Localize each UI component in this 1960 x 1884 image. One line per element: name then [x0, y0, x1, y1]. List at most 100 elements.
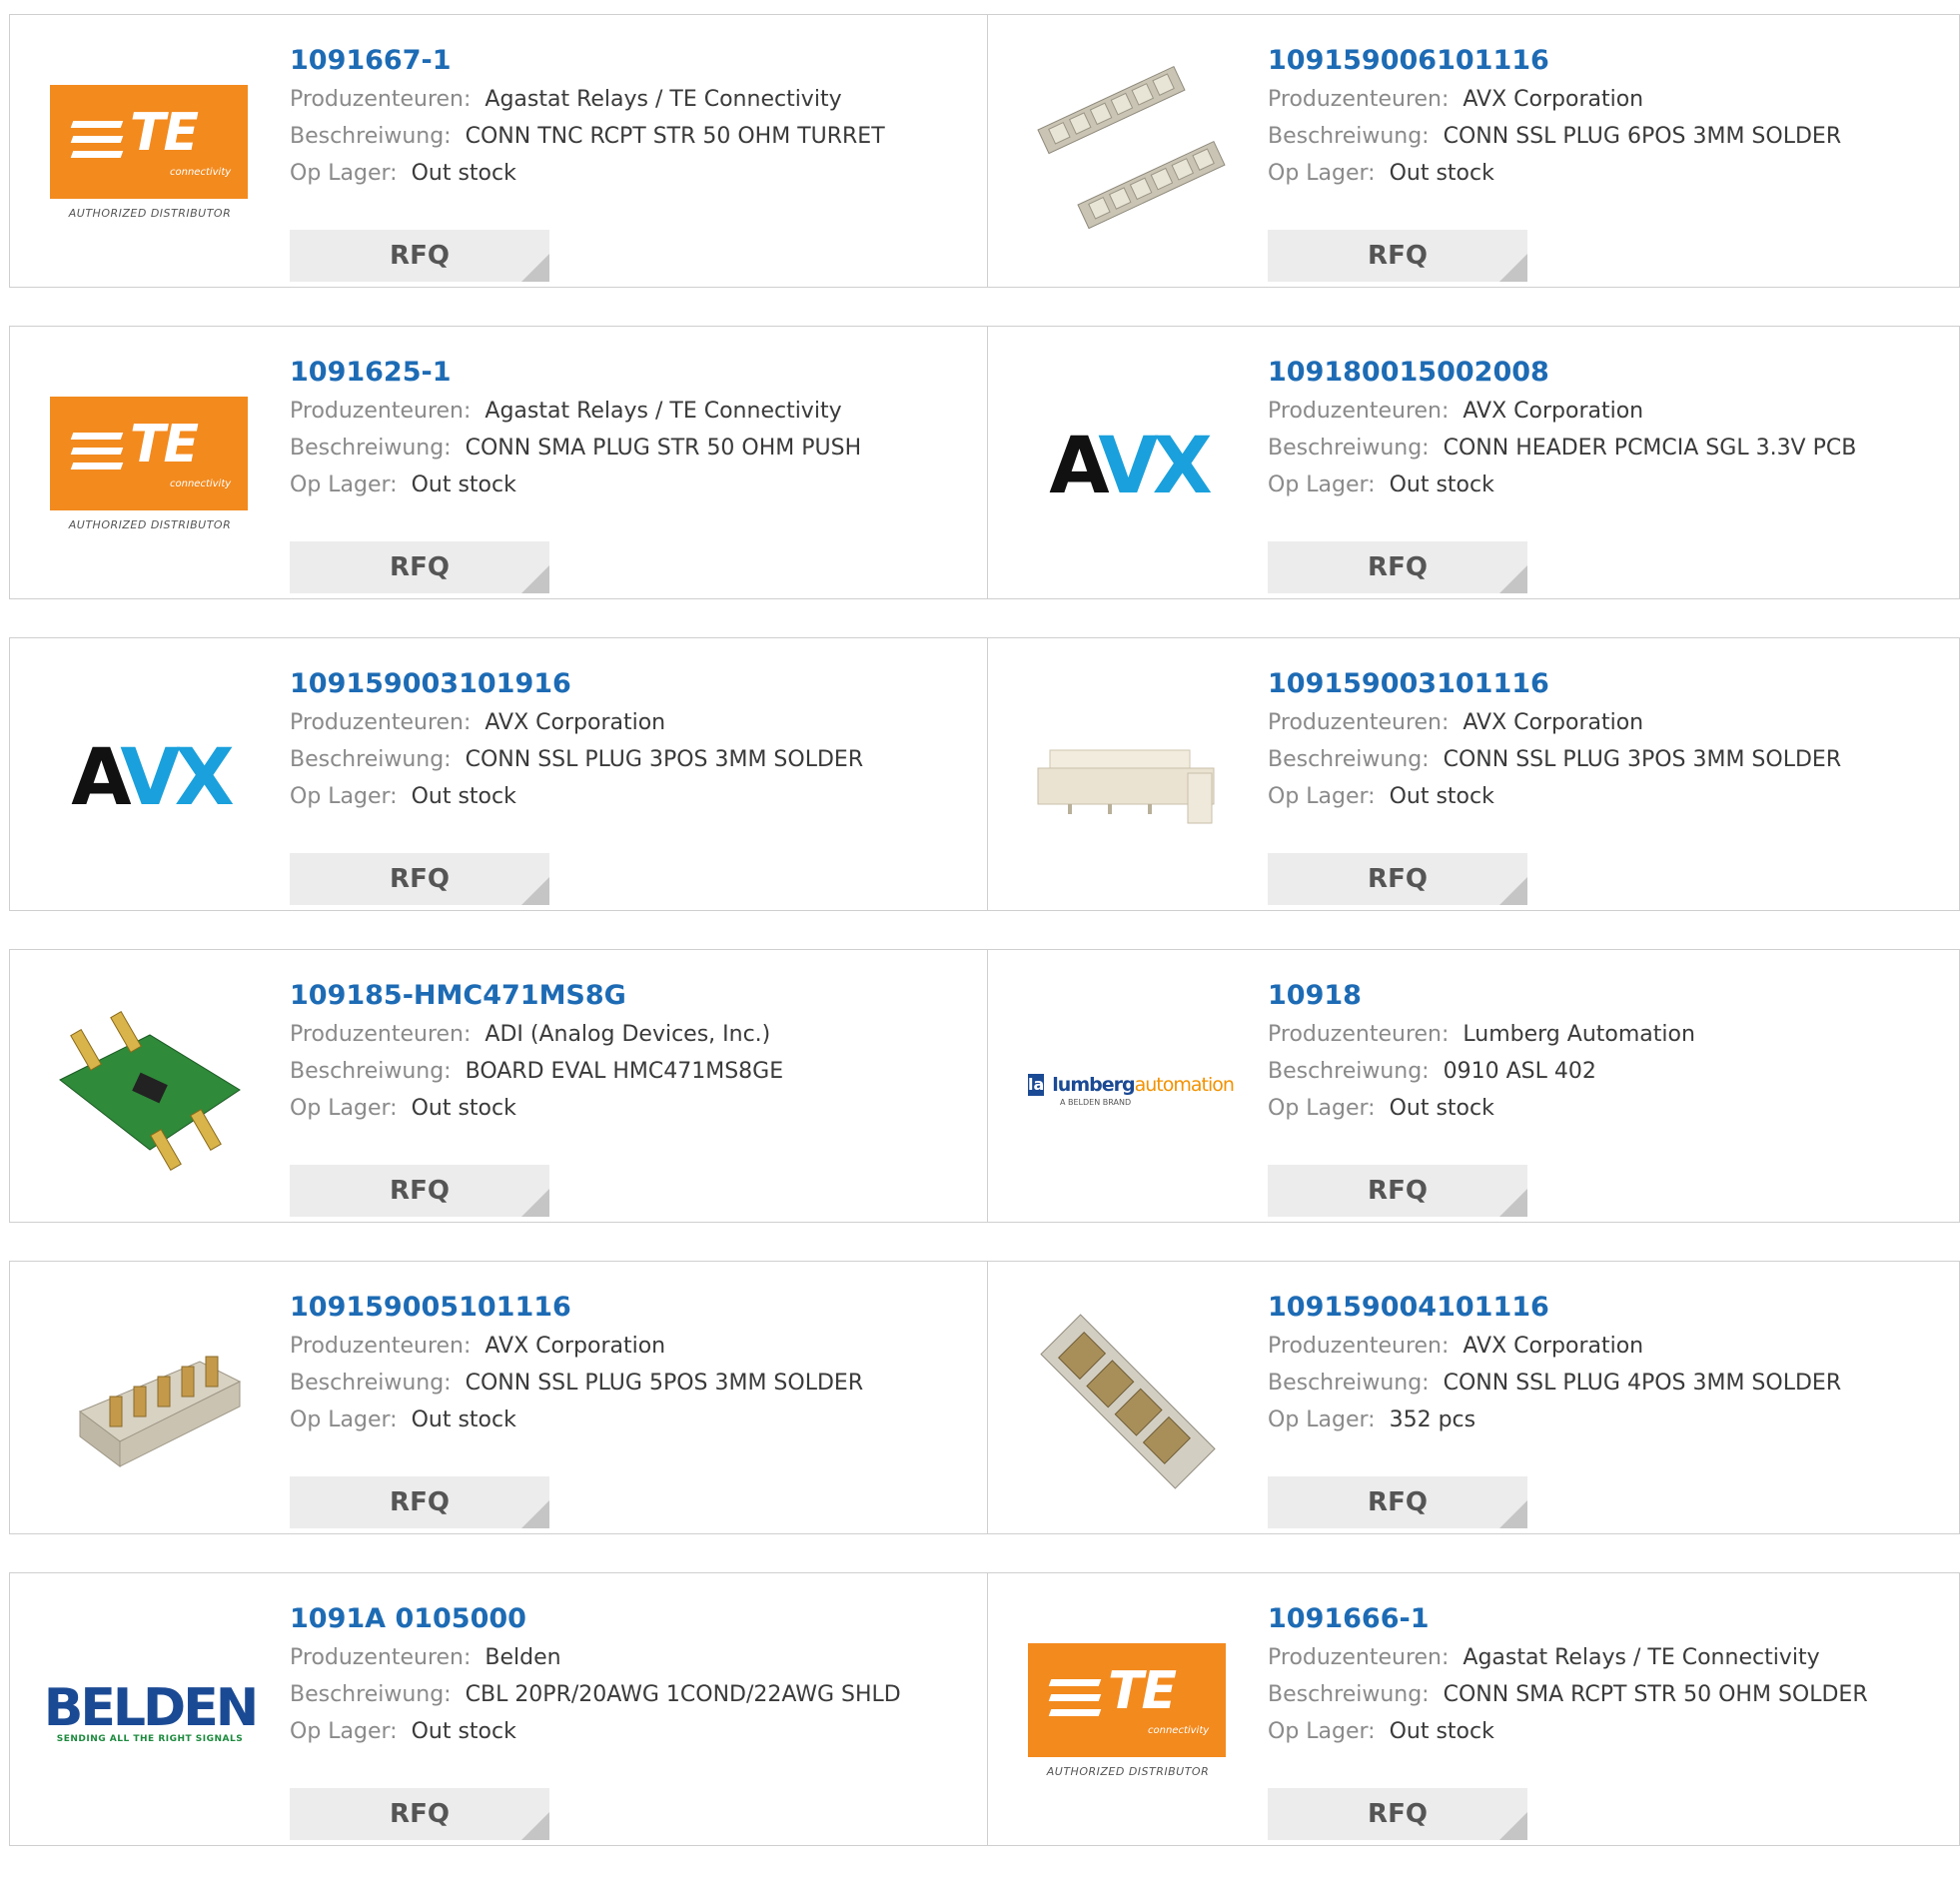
manufacturer-value: Agastat Relays / TE Connectivity [485, 399, 842, 424]
product-row: 109159005101116 Produzenteuren: AVX Corpo… [9, 1261, 1960, 1534]
description-line: Beschreiwung: CONN SMA PLUG STR 50 OHM PU… [290, 430, 949, 467]
lumberg-automation-logo: la lumbergautomation A BELDEN BRAND [1028, 1073, 1235, 1107]
rfq-button[interactable]: RFQ [290, 230, 549, 282]
description-label: Beschreiwung: [290, 1682, 452, 1707]
product-info: 1091666-1 Produzenteuren: Agastat Relays … [1268, 1601, 1927, 1840]
manufacturer-value: AVX Corporation [1463, 87, 1644, 112]
product-image[interactable]: la lumbergautomation A BELDEN BRAND [1028, 990, 1235, 1190]
rfq-button[interactable]: RFQ [1268, 853, 1527, 905]
rfq-button[interactable]: RFQ [290, 1476, 549, 1528]
stock-label: Op Lager: [1268, 784, 1376, 809]
stock-value: Out stock [411, 1719, 516, 1744]
part-number-link[interactable]: 109185-HMC471MS8G [290, 978, 949, 1016]
part-number-link[interactable]: 1091625-1 [290, 355, 949, 393]
stock-line: Op Lager: Out stock [1268, 1713, 1927, 1750]
rfq-button[interactable]: RFQ [290, 853, 549, 905]
rfq-button[interactable]: RFQ [1268, 1165, 1527, 1217]
product-image[interactable]: TE connectivity AUTHORIZED DISTRIBUTOR [1028, 1613, 1228, 1813]
rfq-label: RFQ [1368, 241, 1428, 271]
manufacturer-label: Produzenteuren: [290, 1334, 472, 1359]
product-image[interactable]: TE connectivity AUTHORIZED DISTRIBUTOR [50, 55, 250, 255]
product-image[interactable]: AVX [50, 678, 250, 878]
product-image[interactable] [50, 990, 250, 1190]
product-card: 109159004101116 Produzenteuren: AVX Corpo… [988, 1262, 1960, 1533]
stock-line: Op Lager: Out stock [290, 155, 949, 192]
product-card: TE connectivity AUTHORIZED DISTRIBUTOR 1… [10, 327, 988, 598]
description-line: Beschreiwung: CONN SSL PLUG 3POS 3MM SOLD… [290, 741, 949, 778]
rfq-button[interactable]: RFQ [290, 1788, 549, 1840]
product-card: 109159003101116 Produzenteuren: AVX Corpo… [988, 638, 1960, 910]
part-number-link[interactable]: 109159003101116 [1268, 666, 1927, 704]
eval-board-image [59, 1010, 241, 1172]
rfq-button[interactable]: RFQ [1268, 1476, 1527, 1528]
stock-value: Out stock [1389, 784, 1494, 809]
manufacturer-value: Agastat Relays / TE Connectivity [485, 87, 842, 112]
manufacturer-label: Produzenteuren: [290, 1645, 472, 1670]
stock-value: Out stock [411, 472, 516, 497]
corner-triangle-icon [521, 565, 549, 593]
rfq-button[interactable]: RFQ [1268, 541, 1527, 593]
description-line: Beschreiwung: CONN SSL PLUG 4POS 3MM SOLD… [1268, 1365, 1927, 1402]
product-row: AVX 109159003101916 Produzenteuren: AVX C… [9, 637, 1960, 911]
product-image[interactable]: BELDEN SENDING ALL THE RIGHT SIGNALS [44, 1613, 259, 1813]
manufacturer-label: Produzenteuren: [290, 710, 472, 735]
manufacturer-label: Produzenteuren: [290, 87, 472, 112]
rfq-label: RFQ [1368, 1176, 1428, 1206]
belden-logo: BELDEN SENDING ALL THE RIGHT SIGNALS [43, 1678, 259, 1744]
product-image[interactable] [1028, 678, 1228, 878]
product-info: 1091667-1 Produzenteuren: Agastat Relays … [290, 43, 949, 282]
manufacturer-line: Produzenteuren: ADI (Analog Devices, Inc.… [290, 1016, 949, 1053]
rfq-label: RFQ [390, 1799, 450, 1829]
stock-label: Op Lager: [290, 472, 398, 497]
stock-line: Op Lager: Out stock [290, 467, 949, 503]
product-info: 109159004101116 Produzenteuren: AVX Corpo… [1268, 1290, 1927, 1528]
corner-triangle-icon [521, 254, 549, 282]
stock-line: Op Lager: Out stock [1268, 155, 1927, 192]
manufacturer-value: AVX Corporation [1463, 710, 1644, 735]
corner-triangle-icon [1499, 565, 1527, 593]
description-line: Beschreiwung: CONN TNC RCPT STR 50 OHM TU… [290, 118, 949, 155]
rfq-label: RFQ [390, 552, 450, 582]
part-number-link[interactable]: 109159004101116 [1268, 1290, 1927, 1328]
description-label: Beschreiwung: [1268, 124, 1430, 149]
part-number-link[interactable]: 1091A 0105000 [290, 1601, 949, 1639]
product-info: 109159006101116 Produzenteuren: AVX Corpo… [1268, 43, 1927, 282]
manufacturer-label: Produzenteuren: [1268, 399, 1450, 424]
product-image[interactable] [1028, 1302, 1228, 1501]
corner-triangle-icon [521, 1500, 549, 1528]
description-value: CONN SMA PLUG STR 50 OHM PUSH [465, 436, 862, 461]
rfq-button[interactable]: RFQ [290, 541, 549, 593]
part-number-link[interactable]: 109159003101916 [290, 666, 949, 704]
part-number-link[interactable]: 109159005101116 [290, 1290, 949, 1328]
rfq-button[interactable]: RFQ [1268, 230, 1527, 282]
rfq-button[interactable]: RFQ [290, 1165, 549, 1217]
manufacturer-label: Produzenteuren: [290, 399, 472, 424]
connector-6pos-image [1037, 65, 1226, 230]
description-label: Beschreiwung: [290, 124, 452, 149]
description-value: CBL 20PR/20AWG 1COND/22AWG SHLD [465, 1682, 901, 1707]
description-label: Beschreiwung: [290, 1371, 452, 1396]
rfq-label: RFQ [1368, 1487, 1428, 1517]
description-value: CONN SSL PLUG 3POS 3MM SOLDER [1443, 747, 1842, 772]
product-row: BELDEN SENDING ALL THE RIGHT SIGNALS 109… [9, 1572, 1960, 1846]
part-number-link[interactable]: 1091666-1 [1268, 1601, 1927, 1639]
part-number-link[interactable]: 10918 [1268, 978, 1927, 1016]
product-card: TE connectivity AUTHORIZED DISTRIBUTOR 1… [988, 1573, 1960, 1845]
product-image[interactable] [50, 1302, 250, 1501]
connector-5pos-image [79, 1356, 242, 1467]
manufacturer-label: Produzenteuren: [1268, 1022, 1450, 1047]
part-number-link[interactable]: 109159006101116 [1268, 43, 1927, 81]
product-image[interactable] [1028, 55, 1228, 255]
product-card: TE connectivity AUTHORIZED DISTRIBUTOR 1… [10, 15, 988, 287]
rfq-button[interactable]: RFQ [1268, 1788, 1527, 1840]
description-value: CONN SSL PLUG 6POS 3MM SOLDER [1443, 124, 1842, 149]
part-number-link[interactable]: 109180015002008 [1268, 355, 1927, 393]
part-number-link[interactable]: 1091667-1 [290, 43, 949, 81]
product-image[interactable]: TE connectivity AUTHORIZED DISTRIBUTOR [50, 367, 250, 566]
manufacturer-label: Produzenteuren: [1268, 1334, 1450, 1359]
product-image[interactable]: AVX [1028, 367, 1228, 566]
manufacturer-value: Agastat Relays / TE Connectivity [1463, 1645, 1820, 1670]
description-label: Beschreiwung: [1268, 1059, 1430, 1084]
description-label: Beschreiwung: [1268, 747, 1430, 772]
stock-line: Op Lager: Out stock [1268, 467, 1927, 503]
